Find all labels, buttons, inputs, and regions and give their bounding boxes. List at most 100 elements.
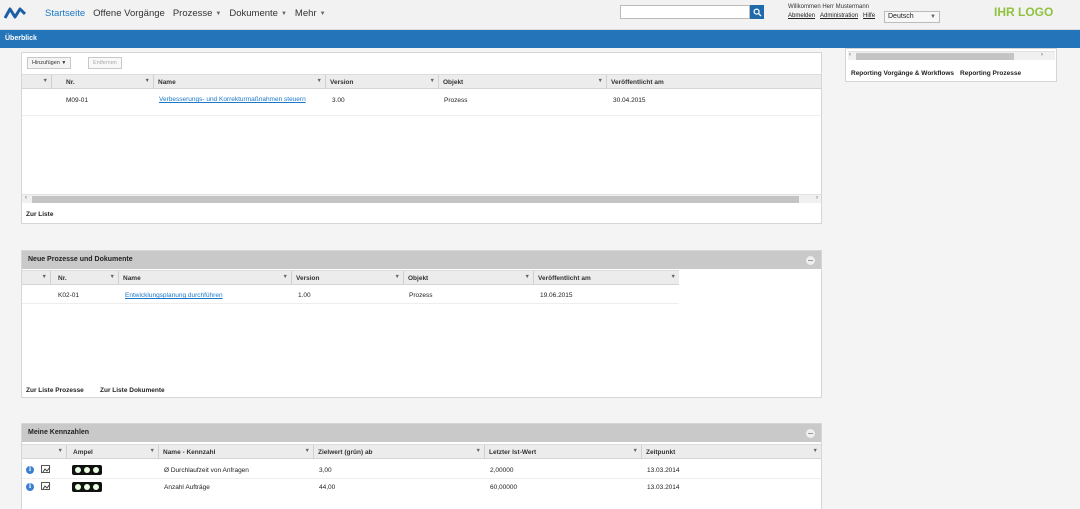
nav-offene-vorgaenge[interactable]: Offene Vorgänge: [93, 8, 165, 19]
column-select[interactable]: ▼: [22, 271, 51, 285]
caret-down-icon: ▼: [319, 10, 326, 17]
cell-zielwert: 44,00: [319, 484, 336, 491]
column-version[interactable]: Version ▼: [326, 75, 439, 89]
chevron-down-icon: ▼: [429, 78, 435, 84]
grid-header: ▼ Ampel ▼ Name - Kennzahl ▼ Zielwert (grün…: [22, 444, 821, 459]
cell-nr: M09-01: [66, 97, 89, 104]
chevron-down-icon: ▼: [316, 78, 322, 84]
chevron-down-icon: ▼: [304, 448, 310, 454]
chevron-down-icon: ▼: [475, 448, 481, 454]
tab-reporting-prozesse[interactable]: Reporting Prozesse: [960, 70, 1021, 77]
breadcrumb[interactable]: Überblick: [5, 35, 37, 42]
administration-link[interactable]: Administration: [820, 13, 858, 19]
column-zeitpunkt[interactable]: Zeitpunkt ▼: [642, 445, 821, 459]
nav-dokumente[interactable]: Dokumente ▼: [229, 8, 287, 19]
search-input[interactable]: [620, 5, 750, 19]
grid-header: ▼ Nr. ▼ Name ▼ Version ▼ Objekt ▼ Veröffentl…: [22, 74, 821, 89]
caret-down-icon: ▼: [930, 14, 936, 20]
column-version[interactable]: Version ▼: [292, 271, 404, 285]
process-link[interactable]: Entwicklungsplanung durchführen: [125, 292, 223, 300]
cell-objekt: Prozess: [409, 292, 433, 299]
column-published[interactable]: Veröffentlicht am ▼: [534, 271, 679, 285]
process-link[interactable]: Verbesserungs- und Korrekturmaßnahmen st…: [159, 96, 309, 104]
column-zielwert[interactable]: Zielwert (grün) ab ▼: [314, 445, 485, 459]
chevron-down-icon: ▼: [149, 448, 155, 454]
traffic-light-icon: [72, 482, 102, 492]
scroll-left-icon[interactable]: ‹: [25, 195, 27, 201]
cell-version: 1.00: [298, 292, 311, 299]
column-published[interactable]: Veröffentlicht am: [607, 75, 821, 89]
nav-mehr[interactable]: Mehr ▼: [295, 8, 326, 19]
logout-link[interactable]: Abmelden: [788, 13, 815, 19]
nav-startseite[interactable]: Startseite: [45, 8, 85, 19]
scroll-thumb[interactable]: [856, 53, 1014, 60]
column-select[interactable]: ▼: [22, 445, 67, 459]
column-objekt[interactable]: Objekt ▼: [404, 271, 534, 285]
cell-date: 19.06.2015: [540, 292, 573, 299]
panel-title: Meine Kennzahlen: [22, 424, 821, 442]
search-icon: [752, 7, 761, 16]
user-box: Willkommen Herr Mustermann Abmelden Admi…: [788, 4, 875, 19]
column-letzter-wert[interactable]: Letzter Ist-Wert ▼: [485, 445, 642, 459]
collapse-icon[interactable]: [806, 429, 815, 438]
reporting-scrollbar[interactable]: ‹ ›: [848, 51, 1055, 60]
info-icon[interactable]: i: [26, 466, 34, 474]
cell-objekt: Prozess: [444, 97, 468, 104]
column-select[interactable]: ▼: [22, 75, 52, 89]
cell-nr: K02-01: [58, 292, 79, 299]
chevron-down-icon: ▼: [282, 274, 288, 280]
app-logo-icon[interactable]: [4, 6, 26, 20]
cell-version: 3.00: [332, 97, 345, 104]
remove-button[interactable]: Entfernen: [88, 57, 122, 69]
scroll-right-icon[interactable]: ›: [816, 195, 818, 201]
breadcrumb-bar: Überblick: [0, 30, 1080, 48]
reporting-panel: ‹ › Reporting Vorgänge & Workflows Repor…: [845, 48, 1057, 82]
panel-title: Neue Prozesse und Dokumente: [22, 251, 821, 269]
horizontal-scrollbar[interactable]: ‹ ›: [22, 194, 821, 203]
scroll-thumb[interactable]: [32, 196, 799, 203]
traffic-light-icon: [72, 465, 102, 475]
info-icon[interactable]: i: [26, 483, 34, 491]
chevron-down-icon: ▼: [632, 448, 638, 454]
chevron-down-icon: ▼: [57, 448, 63, 454]
top-bar: Startseite Offene Vorgänge Prozesse ▼ Dok…: [0, 0, 1080, 30]
chart-icon[interactable]: [41, 465, 51, 473]
cell-kennzahl: Anzahl Aufträge: [164, 484, 210, 491]
chart-icon[interactable]: [41, 482, 51, 490]
column-name[interactable]: Name ▼: [119, 271, 292, 285]
chevron-down-icon: ▼: [42, 78, 48, 84]
cell-zeitpunkt: 13.03.2014: [647, 467, 680, 474]
search-button[interactable]: [750, 5, 764, 19]
collapse-icon[interactable]: [806, 256, 815, 265]
cell-zeitpunkt: 13.03.2014: [647, 484, 680, 491]
kpi-panel: Meine Kennzahlen ▼ Ampel ▼ Name - Kennzah…: [21, 423, 822, 509]
cell-date: 30.04.2015: [613, 97, 646, 104]
favorites-panel: Hinzufügen ▼ Entfernen ▼ Nr. ▼ Name ▼ Vers…: [21, 52, 822, 224]
nav-prozesse[interactable]: Prozesse ▼: [173, 8, 222, 19]
chevron-down-icon: ▼: [597, 78, 603, 84]
scroll-left-icon[interactable]: ‹: [849, 52, 851, 58]
column-nr[interactable]: Nr. ▼: [52, 75, 154, 89]
tab-reporting-vorgaenge[interactable]: Reporting Vorgänge & Workflows: [851, 70, 954, 77]
scroll-right-icon[interactable]: ›: [1041, 52, 1043, 58]
column-nr[interactable]: Nr. ▼: [51, 271, 119, 285]
row-divider: [22, 115, 821, 116]
add-button[interactable]: Hinzufügen ▼: [27, 57, 72, 69]
welcome-text: Willkommen Herr Mustermann: [788, 4, 870, 10]
to-document-list-link[interactable]: Zur Liste Dokumente: [100, 387, 165, 394]
new-processes-panel: Neue Prozesse und Dokumente ▼ Nr. ▼ Name ▼…: [21, 250, 822, 398]
language-select[interactable]: Deutsch ▼: [884, 11, 940, 23]
column-name[interactable]: Name ▼: [154, 75, 326, 89]
grid-header: ▼ Nr. ▼ Name ▼ Version ▼ Objekt ▼ Veröffentl…: [22, 270, 679, 285]
to-process-list-link[interactable]: Zur Liste Prozesse: [26, 387, 84, 394]
chevron-down-icon: ▼: [109, 274, 115, 280]
caret-down-icon: ▼: [280, 10, 287, 17]
to-list-link[interactable]: Zur Liste: [26, 211, 53, 218]
column-objekt[interactable]: Objekt ▼: [439, 75, 607, 89]
main-nav: Startseite Offene Vorgänge Prozesse ▼ Dok…: [45, 8, 326, 19]
help-link[interactable]: Hilfe: [863, 13, 875, 19]
column-kennzahl[interactable]: Name - Kennzahl ▼: [159, 445, 314, 459]
column-ampel[interactable]: Ampel ▼: [67, 445, 159, 459]
cell-kennzahl: Ø Durchlaufzeit von Anfragen: [164, 467, 249, 474]
chevron-down-icon: ▼: [41, 274, 47, 280]
